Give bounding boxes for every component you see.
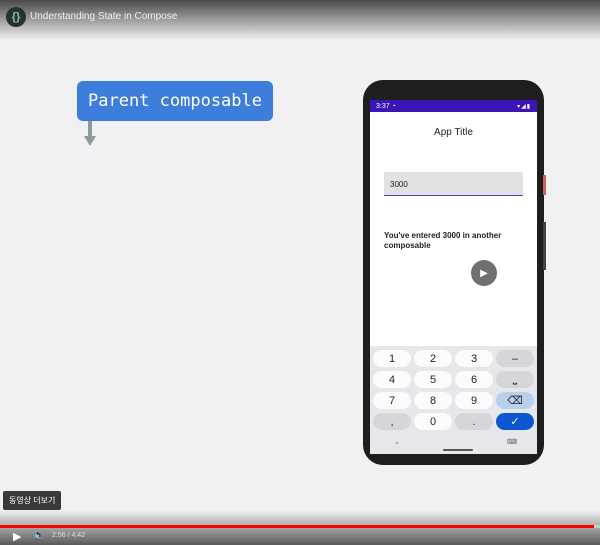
key-8[interactable]: 8 [414, 392, 452, 409]
status-system-icons: ▾◢▮ [517, 103, 531, 110]
entered-value-text: You've entered 3000 in another composabl… [384, 231, 502, 250]
key-7[interactable]: 7 [373, 392, 411, 409]
numeric-keyboard: 1 2 3 – 4 5 6 ⎵ 7 8 9 ⌫ , 0 . ✓ ⌄ ⌨ [370, 346, 537, 454]
key-3[interactable]: 3 [455, 350, 493, 367]
key-5[interactable]: 5 [414, 371, 452, 388]
app-title: App Title [434, 127, 473, 138]
total-time: 4:42 [71, 532, 86, 539]
parent-composable-label: Parent composable [77, 81, 273, 121]
video-play-button[interactable]: ▶ [471, 260, 497, 286]
phone-volume-button [543, 222, 546, 270]
key-2[interactable]: 2 [414, 350, 452, 367]
current-time: 2:56 [52, 532, 66, 539]
key-9[interactable]: 9 [455, 392, 493, 409]
phone-power-button [543, 175, 546, 195]
status-bar: 3:37 ◔ ▾◢▮ [370, 100, 537, 112]
video-progress-fill [0, 525, 594, 528]
key-4[interactable]: 4 [373, 371, 411, 388]
key-space-icon[interactable]: ⎵ [496, 371, 534, 388]
down-arrow-shaft [88, 121, 92, 137]
backspace-icon[interactable]: ⌫ [496, 392, 534, 409]
down-arrow-icon [84, 136, 96, 146]
video-progress-bar[interactable] [0, 525, 600, 528]
key-comma[interactable]: , [373, 413, 411, 430]
video-title[interactable]: Understanding State in Compose [30, 11, 177, 22]
video-time: 2:56 / 4:42 [52, 532, 85, 539]
status-time: 3:37 [376, 102, 390, 110]
key-period[interactable]: . [455, 413, 493, 430]
channel-avatar-icon[interactable]: {} [6, 7, 26, 27]
status-notification-icon: ◔ [391, 102, 396, 110]
done-check-icon[interactable]: ✓ [496, 413, 534, 430]
more-videos-button[interactable]: 동영상 더보기 [3, 491, 62, 510]
play-icon: ▶ [480, 267, 488, 279]
key-0[interactable]: 0 [414, 413, 452, 430]
key-6[interactable]: 6 [455, 371, 493, 388]
key-minus[interactable]: – [496, 350, 534, 367]
phone-screen: 3:37 ◔ ▾◢▮ App Title 3000 You've entered… [370, 100, 537, 454]
key-1[interactable]: 1 [373, 350, 411, 367]
volume-icon[interactable]: 🔈 [33, 530, 45, 541]
gesture-home-bar[interactable] [443, 449, 473, 451]
hide-keyboard-icon[interactable]: ⌄ [394, 438, 400, 446]
play-icon[interactable]: ▶ [13, 530, 21, 543]
keyboard-switch-icon[interactable]: ⌨ [507, 438, 517, 446]
number-input[interactable]: 3000 [384, 172, 523, 196]
